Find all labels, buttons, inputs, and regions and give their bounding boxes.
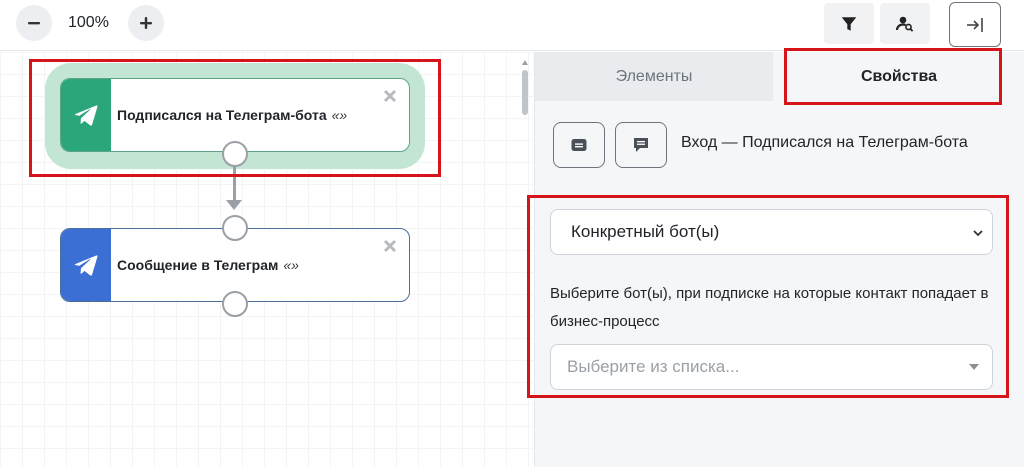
plus-icon — [140, 17, 152, 29]
zoom-level: 100% — [68, 14, 109, 31]
node-title-text: Сообщение в Телеграм — [117, 257, 279, 273]
properties-panel: Элементы Свойства Вход — Подписался на Т… — [534, 52, 1024, 467]
node-icon-area — [61, 229, 111, 301]
card-view-button[interactable] — [553, 122, 605, 168]
zoom-out-button[interactable] — [16, 5, 52, 41]
help-text: Выберите бот(ы), при подписке на которые… — [550, 285, 989, 330]
bot-picker-select[interactable]: Выберите из списка... — [550, 344, 993, 390]
scrollbar-thumb[interactable] — [522, 70, 528, 115]
arrow-to-right-icon — [967, 17, 983, 32]
node-icon-area — [61, 79, 111, 151]
node-quote: «» — [283, 257, 299, 273]
filter-button[interactable] — [824, 3, 874, 44]
user-search-button[interactable] — [880, 3, 930, 44]
canvas-scrollbar[interactable] — [521, 60, 529, 465]
bot-mode-select[interactable]: Конкретный бот(ы) — [550, 209, 993, 255]
filter-icon — [841, 16, 857, 31]
remove-node-icon[interactable] — [383, 89, 397, 103]
tab-elements[interactable]: Элементы — [535, 52, 773, 101]
collapse-panel-button[interactable] — [949, 2, 1001, 47]
node-title-text: Подписался на Телеграм-бота — [117, 107, 327, 123]
comment-icon — [634, 138, 648, 152]
zoom-in-button[interactable] — [128, 5, 164, 41]
user-search-icon — [896, 16, 914, 32]
remove-node-icon[interactable] — [383, 239, 397, 253]
scroll-up-arrow-icon[interactable] — [522, 60, 528, 65]
telegram-plane-icon — [74, 255, 98, 276]
bot-picker-placeholder: Выберите из списка... — [567, 357, 740, 376]
card-icon — [571, 139, 587, 151]
entry-title: Вход — Подписался на Телеграм-бота — [681, 134, 968, 151]
node-title: Подписался на Телеграм-бота «» — [111, 79, 347, 151]
node-output-port[interactable] — [222, 291, 248, 317]
node-output-port[interactable] — [222, 141, 248, 167]
chevron-down-icon — [973, 230, 983, 237]
workflow-editor: 100% Подписался на Телеграм-бота «» Сооб… — [0, 0, 1024, 467]
minus-icon — [28, 22, 40, 25]
node-title: Сообщение в Телеграм «» — [111, 229, 299, 301]
node-input-port[interactable] — [222, 215, 248, 241]
comment-button[interactable] — [615, 122, 667, 168]
tab-properties[interactable]: Свойства — [773, 52, 1024, 101]
connector-arrow-icon — [226, 200, 242, 210]
node-quote: «» — [331, 107, 348, 123]
bot-mode-value: Конкретный бот(ы) — [571, 222, 720, 241]
caret-down-icon — [969, 364, 979, 370]
toolbar: 100% — [0, 0, 1024, 51]
telegram-plane-icon — [74, 105, 98, 126]
